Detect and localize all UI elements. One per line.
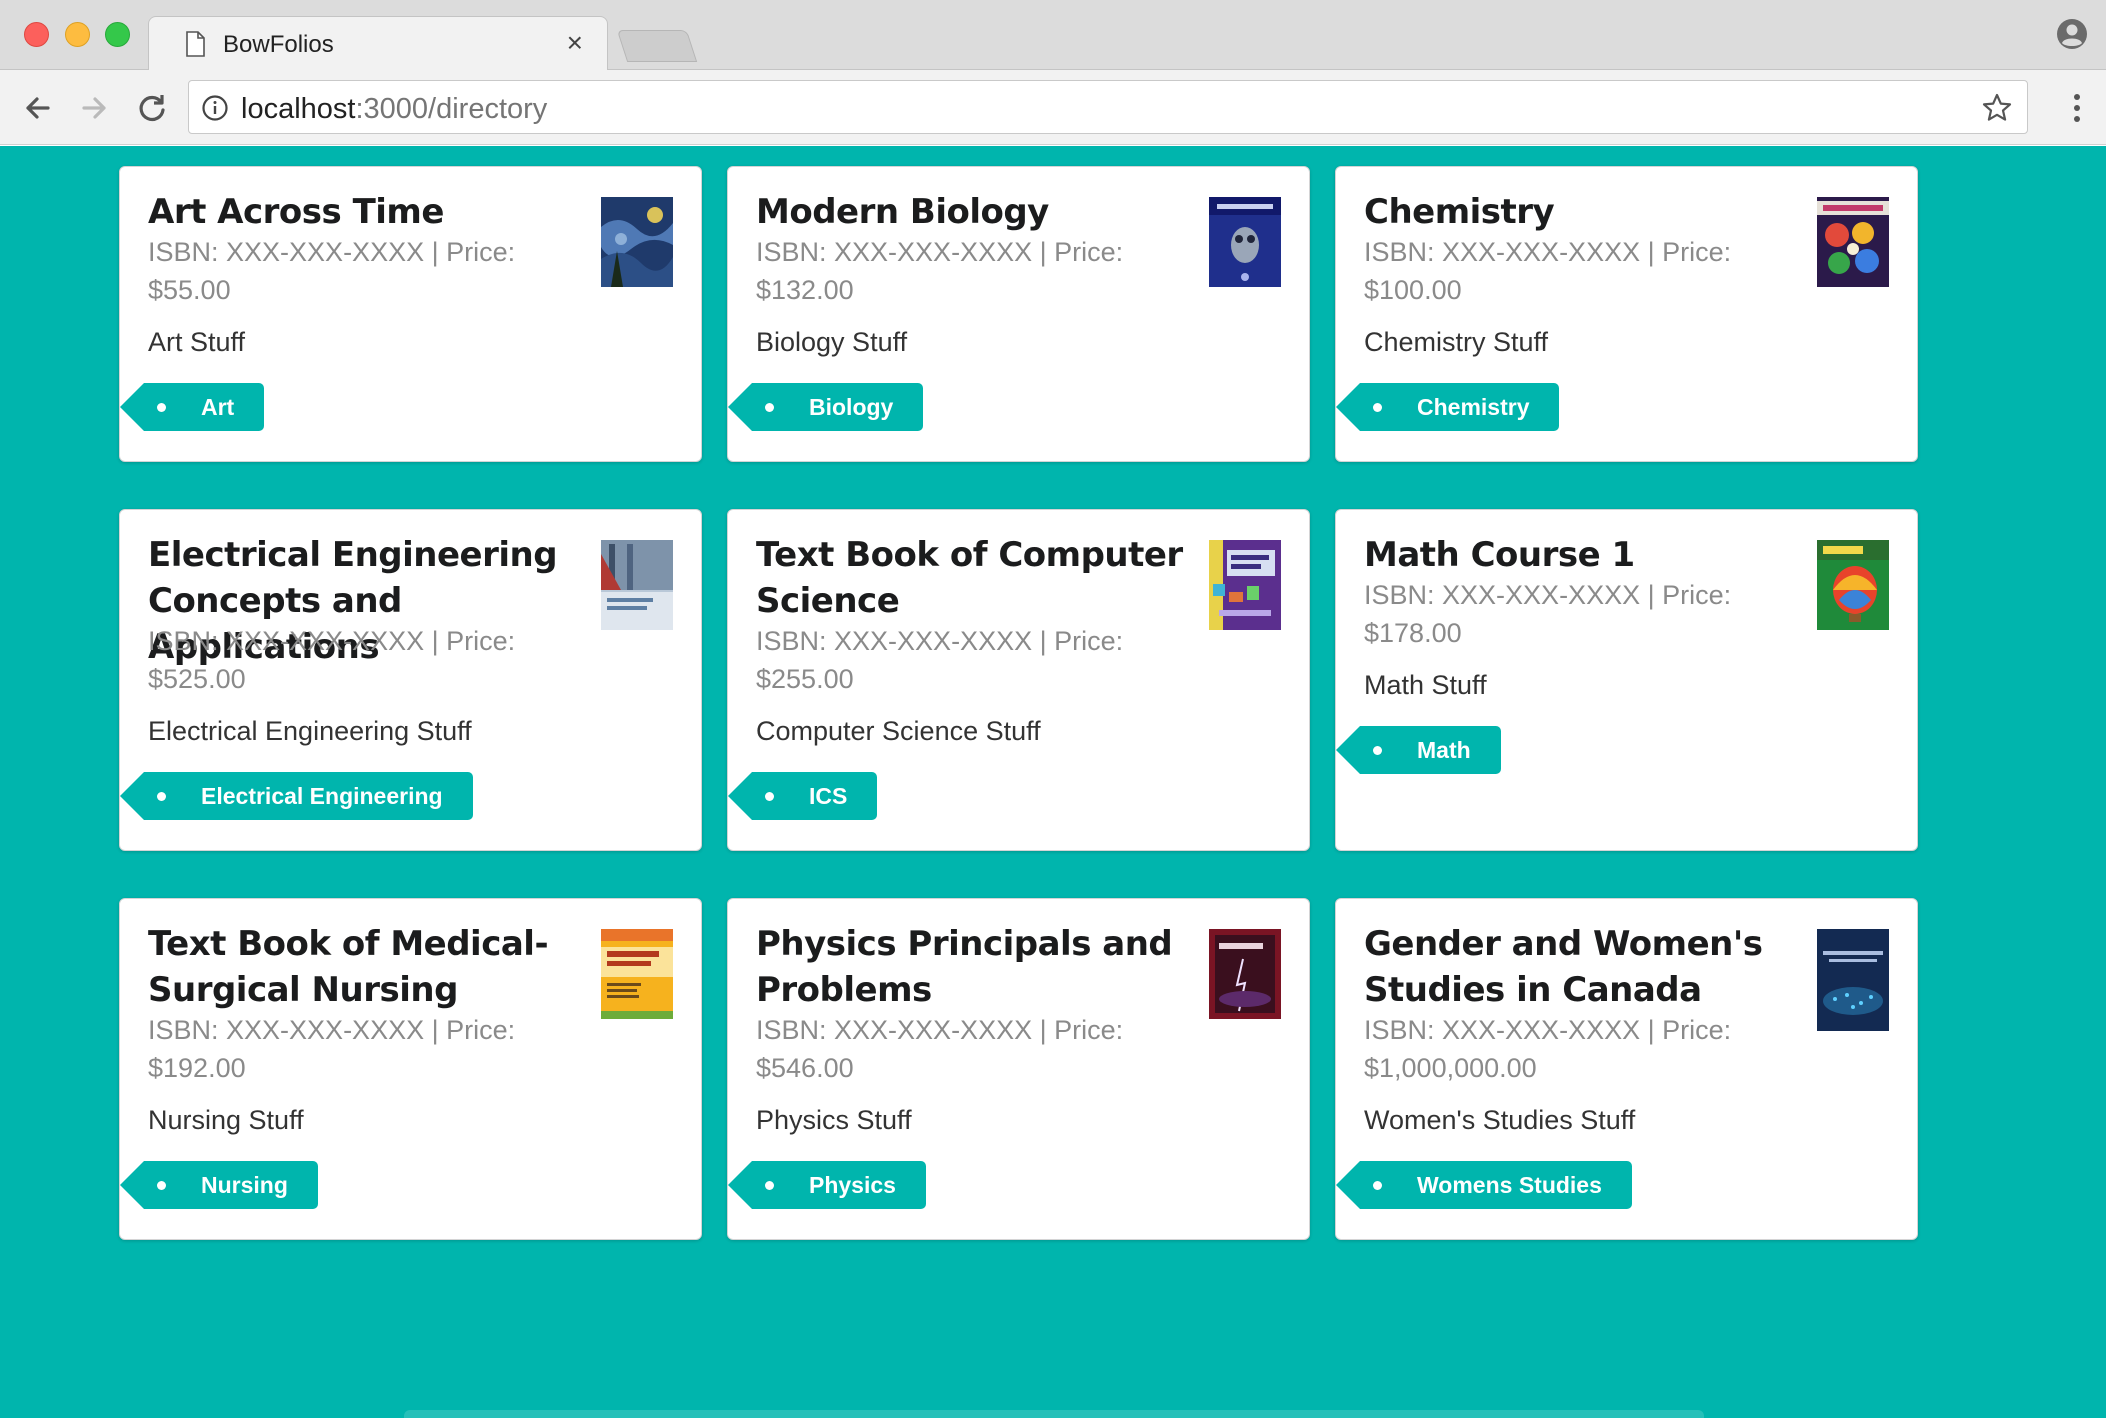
tag-label: Art [201, 394, 235, 420]
book-isbn-price: ISBN: XXX-XXX-XXXX | Price: $525.00 [148, 626, 516, 694]
address-bar[interactable]: localhost:3000/directory [188, 80, 2028, 134]
book-description: Computer Science Stuff [756, 716, 1041, 746]
electrical-cover [601, 540, 673, 630]
book-isbn-price: ISBN: XXX-XXX-XXXX | Price: $132.00 [756, 237, 1124, 305]
book-tag[interactable]: Electrical Engineering [120, 772, 473, 820]
tag-dot [1373, 746, 1382, 755]
browser-toolbar: localhost:3000/directory [0, 70, 2106, 145]
biology-cover [1209, 197, 1281, 287]
book-card: Art Across Time ISBN: XXX-XXX-XXXX | Pri… [119, 166, 702, 462]
math-cover [1817, 540, 1889, 630]
book-card: Math Course 1 ISBN: XXX-XXX-XXXX | Price… [1335, 509, 1918, 851]
reload-icon[interactable] [132, 88, 172, 128]
tag-dot [765, 1181, 774, 1190]
book-tag[interactable]: Womens Studies [1336, 1161, 1632, 1209]
tag-dot [157, 1181, 166, 1190]
book-tag[interactable]: Chemistry [1335, 383, 1560, 431]
book-card: Modern Biology ISBN: XXX-XXX-XXXX | Pric… [727, 166, 1310, 462]
book-title: Gender and Women's Studies in Canada [1364, 924, 1763, 1010]
browser-tab[interactable]: BowFolios × [148, 16, 608, 72]
maximize-window-button[interactable] [105, 22, 130, 47]
book-description: Biology Stuff [756, 327, 908, 357]
document-icon [186, 31, 205, 57]
tag-label: Math [1417, 737, 1471, 763]
info-icon[interactable] [201, 94, 229, 122]
page-footer-edge [404, 1410, 1704, 1418]
book-title: Text Book of Medical-Surgical Nursing [148, 924, 549, 1010]
book-tag[interactable]: Physics [728, 1161, 926, 1209]
url-host: localhost [241, 93, 356, 125]
book-card: Gender and Women's Studies in Canada ISB… [1335, 898, 1918, 1240]
book-description: Physics Stuff [756, 1105, 912, 1135]
book-tag[interactable]: Math [1336, 726, 1501, 774]
star-icon[interactable] [1981, 92, 2013, 124]
url-text[interactable]: localhost:3000/directory [241, 93, 547, 126]
tag-dot [157, 792, 166, 801]
tag-dot [1373, 1181, 1382, 1190]
book-tag[interactable]: Nursing [120, 1161, 318, 1209]
tag-label: Physics [809, 1172, 896, 1198]
url-path: :3000/directory [355, 93, 548, 125]
tag-dot [765, 403, 774, 412]
book-isbn-price: ISBN: XXX-XXX-XXXX | Price: $55.00 [148, 237, 516, 305]
computer-science-cover [1209, 540, 1281, 630]
tab-close-button[interactable]: × [567, 29, 583, 57]
book-description: Chemistry Stuff [1364, 327, 1549, 357]
tag-dot [1373, 403, 1382, 412]
physics-cover [1209, 929, 1281, 1019]
book-card: Electrical Engineering Concepts and Appl… [119, 509, 702, 851]
book-description: Nursing Stuff [148, 1105, 304, 1135]
nursing-cover [601, 929, 673, 1019]
browser-tab-bar: BowFolios × [0, 0, 2106, 72]
book-title: Chemistry [1364, 192, 1555, 232]
tag-dot [157, 403, 166, 412]
tag-label: Biology [809, 394, 894, 420]
book-tag[interactable]: Biology [727, 383, 924, 431]
tab-title: BowFolios [223, 31, 334, 58]
book-title: Physics Principals and Problems [756, 924, 1173, 1010]
art-cover [601, 197, 673, 287]
new-tab-button[interactable] [616, 30, 698, 62]
book-description: Electrical Engineering Stuff [148, 716, 472, 746]
tag-label: ICS [809, 783, 848, 809]
book-title: Text Book of Computer Science [756, 535, 1183, 621]
kebab-menu-icon[interactable] [2072, 92, 2082, 124]
chemistry-cover [1817, 197, 1889, 287]
book-description: Women's Studies Stuff [1364, 1105, 1636, 1135]
book-isbn-price: ISBN: XXX-XXX-XXXX | Price: $546.00 [756, 1015, 1124, 1083]
book-title: Math Course 1 [1364, 535, 1635, 575]
book-isbn-price: ISBN: XXX-XXX-XXXX | Price: $100.00 [1364, 237, 1732, 305]
book-isbn-price: ISBN: XXX-XXX-XXXX | Price: $192.00 [148, 1015, 516, 1083]
back-arrow-icon[interactable] [18, 88, 58, 128]
tag-label: Nursing [201, 1172, 288, 1198]
forward-arrow-icon[interactable] [74, 88, 114, 128]
book-description: Math Stuff [1364, 670, 1487, 700]
womens-studies-cover [1817, 929, 1889, 1031]
minimize-window-button[interactable] [65, 22, 90, 47]
book-card: Physics Principals and Problems ISBN: XX… [727, 898, 1310, 1240]
book-title: Art Across Time [148, 192, 444, 232]
tag-label: Electrical Engineering [201, 783, 443, 809]
book-card: Text Book of Computer Science ISBN: XXX-… [727, 509, 1310, 851]
tag-dot [765, 792, 774, 801]
close-window-button[interactable] [24, 22, 49, 47]
book-title: Modern Biology [756, 192, 1049, 232]
book-card: Text Book of Medical-Surgical Nursing IS… [119, 898, 702, 1240]
book-card: Chemistry ISBN: XXX-XXX-XXXX | Price: $1… [1335, 166, 1918, 462]
book-isbn-price: ISBN: XXX-XXX-XXXX | Price: $1,000,000.0… [1364, 1015, 1732, 1083]
profile-icon[interactable] [2056, 18, 2088, 50]
book-tag[interactable]: ICS [727, 772, 878, 820]
tag-label: Chemistry [1417, 394, 1530, 420]
tag-label: Womens Studies [1417, 1172, 1602, 1198]
book-isbn-price: ISBN: XXX-XXX-XXXX | Price: $255.00 [756, 626, 1124, 694]
book-isbn-price: ISBN: XXX-XXX-XXXX | Price: $178.00 [1364, 580, 1732, 648]
book-description: Art Stuff [148, 327, 246, 357]
book-tag[interactable]: Art [119, 383, 265, 431]
directory-page: Art Across Time ISBN: XXX-XXX-XXXX | Pri… [0, 146, 2106, 1418]
